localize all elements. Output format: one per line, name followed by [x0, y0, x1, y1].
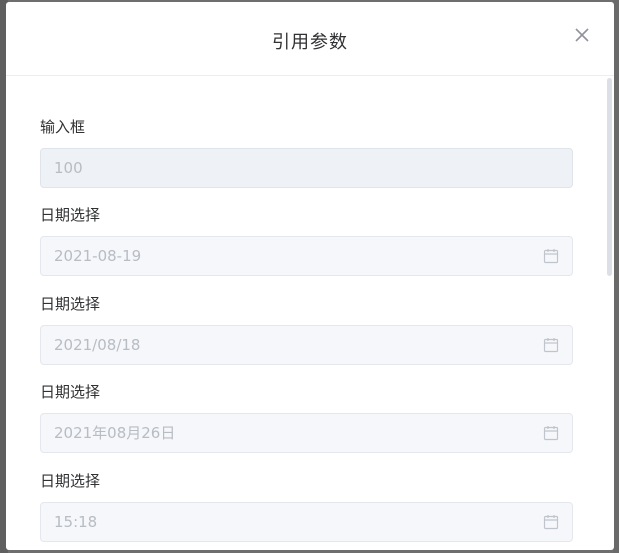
field-date-2: 日期选择 2021/08/18	[40, 293, 573, 365]
date-picker-field[interactable]: 2021/08/18	[40, 325, 573, 365]
dialog-header: 引用参数	[6, 2, 614, 76]
field-label: 日期选择	[40, 295, 101, 313]
text-input-field[interactable]: 100	[40, 148, 573, 188]
calendar-icon	[543, 338, 559, 353]
field-value: 2021年08月26日	[54, 424, 176, 442]
dialog-body: 输入框 100 日期选择 2021-08-19 日期选择 2021/08/18 …	[6, 76, 614, 550]
field-label: 日期选择	[40, 206, 101, 224]
field-value: 100	[54, 159, 83, 177]
field-date-3: 日期选择 2021年08月26日	[40, 381, 573, 453]
field-label: 日期选择	[40, 472, 101, 490]
close-icon	[575, 28, 589, 42]
field-date-1: 日期选择 2021-08-19	[40, 204, 573, 276]
field-time: 日期选择 15:18	[40, 470, 573, 542]
dialog-title: 引用参数	[272, 32, 348, 53]
field-value: 15:18	[54, 513, 98, 531]
field-value: 2021-08-19	[54, 247, 142, 265]
calendar-icon	[543, 249, 559, 264]
calendar-icon	[543, 515, 559, 530]
scrollbar-thumb[interactable]	[607, 78, 612, 276]
reference-params-dialog: 引用参数 输入框 100 日期选择 2021-08-19 日期选择 2021/0…	[6, 2, 614, 550]
time-picker-field[interactable]: 15:18	[40, 502, 573, 542]
calendar-icon	[543, 426, 559, 441]
date-picker-field[interactable]: 2021-08-19	[40, 236, 573, 276]
date-picker-field[interactable]: 2021年08月26日	[40, 413, 573, 453]
field-value: 2021/08/18	[54, 336, 141, 354]
field-label: 日期选择	[40, 383, 101, 401]
scrollbar-track[interactable]	[607, 76, 613, 550]
field-input: 输入框 100	[40, 116, 573, 188]
close-button[interactable]	[572, 25, 592, 45]
field-label: 输入框	[40, 118, 86, 136]
